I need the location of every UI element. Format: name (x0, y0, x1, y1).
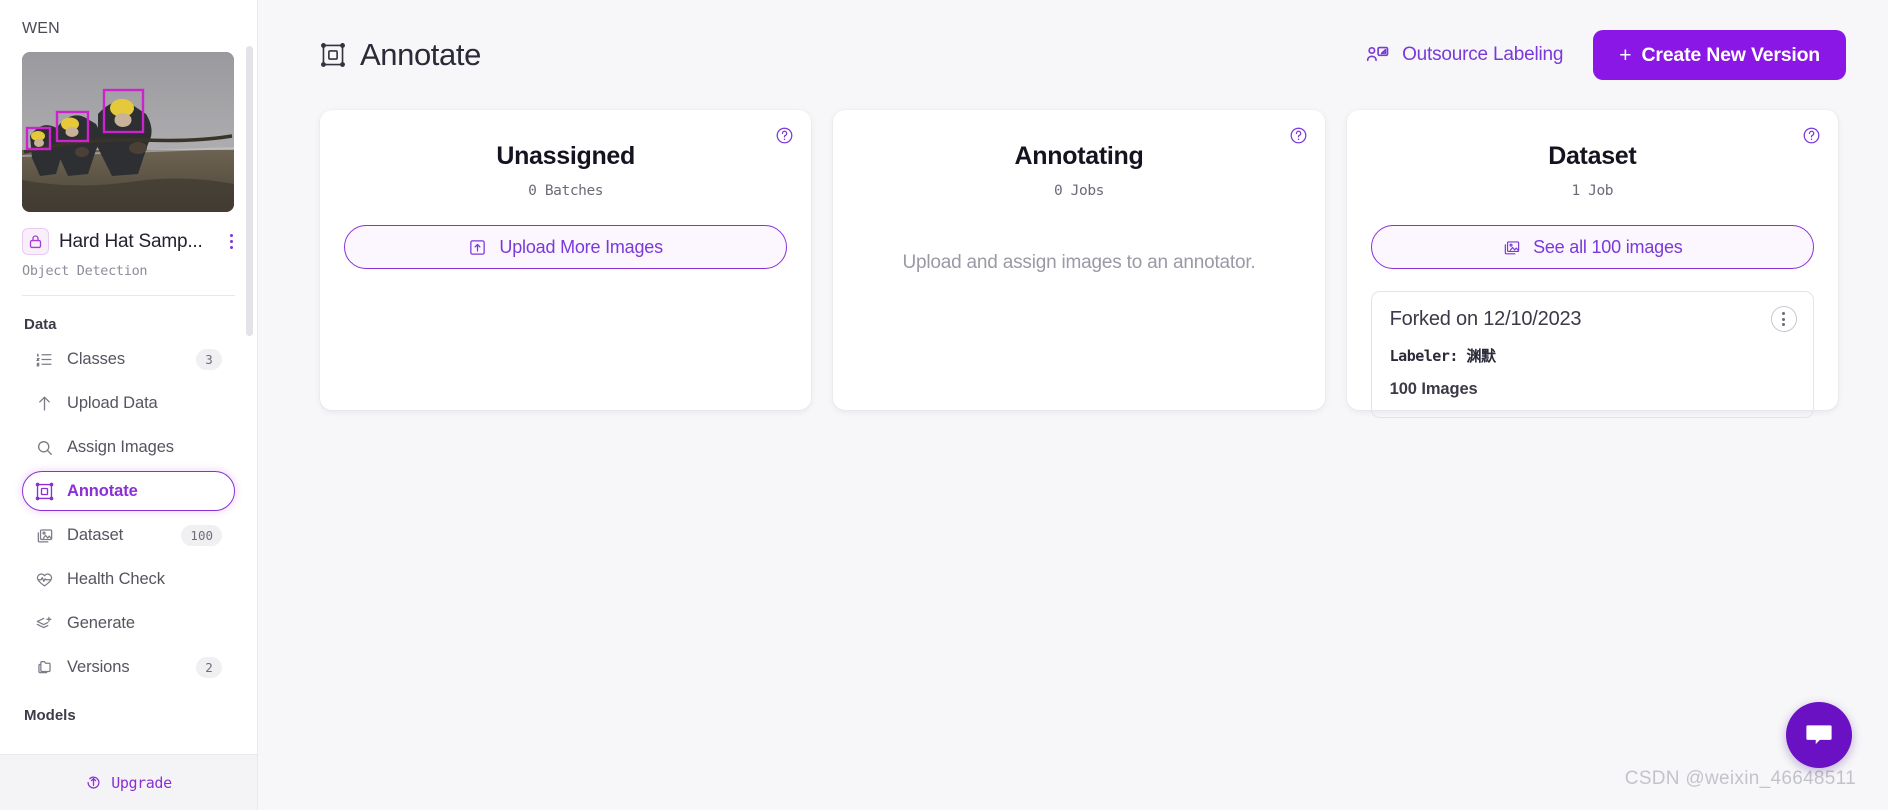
outsource-labeling-label: Outsource Labeling (1402, 44, 1564, 65)
job-forked-date: Forked on 12/10/2023 (1389, 308, 1582, 330)
card-annotating: Annotating 0 Jobs Upload and assign imag… (833, 110, 1325, 410)
sidebar-item-badge: 3 (196, 348, 222, 370)
main-content: Annotate Outsource Labeling + Create New… (258, 0, 1888, 810)
upgrade-arrow-icon (85, 774, 102, 791)
images-icon (1502, 238, 1521, 257)
sidebar: WEN Hard Hat Samp... Object Detection Da… (0, 0, 258, 810)
sidebar-item-dataset[interactable]: Dataset 100 (22, 515, 235, 555)
project-row[interactable]: Hard Hat Samp... (22, 228, 235, 255)
lock-icon (22, 228, 49, 255)
card-title: Dataset (1548, 142, 1637, 170)
project-title: Hard Hat Samp... (59, 230, 203, 252)
app-root: WEN Hard Hat Samp... Object Detection Da… (0, 0, 1888, 810)
workspace-name: WEN (22, 20, 60, 37)
upgrade-button[interactable]: Upgrade (0, 754, 257, 810)
cards-row: Unassigned 0 Batches Upload More Images (258, 110, 1888, 418)
sidebar-item-label: Generate (67, 613, 135, 632)
outsource-labeling-icon (1365, 43, 1390, 68)
kebab-menu-icon[interactable] (228, 232, 235, 251)
card-subtitle: 0 Jobs (1054, 183, 1104, 199)
sidebar-item-label: Versions (67, 657, 130, 676)
page-title: Annotate (360, 37, 481, 72)
card-dataset: Dataset 1 Job See all 100 images Forked … (1346, 110, 1838, 418)
card-subtitle: 1 Job (1571, 183, 1614, 199)
outsource-labeling-button[interactable]: Outsource Labeling (1355, 35, 1573, 76)
list-icon (35, 350, 54, 369)
page-header: Annotate Outsource Labeling + Create New… (258, 0, 1888, 110)
create-new-version-button[interactable]: + Create New Version (1593, 30, 1846, 80)
upgrade-label: Upgrade (111, 773, 172, 792)
project-thumbnail-image (22, 52, 234, 212)
sidebar-item-upload-data[interactable]: Upload Data (22, 383, 235, 423)
sidebar-item-generate[interactable]: Generate (22, 603, 235, 643)
job-labeler-label: Labeler: (1389, 347, 1459, 365)
job-card[interactable]: Forked on 12/10/2023 Labeler: 渊默 100 Ima… (1370, 291, 1814, 418)
card-title: Unassigned (496, 142, 636, 170)
upload-more-images-button[interactable]: Upload More Images (344, 225, 788, 269)
sidebar-divider (22, 295, 235, 296)
nav-section-models-title: Models (24, 707, 76, 724)
search-icon (35, 438, 54, 457)
images-icon (35, 526, 54, 545)
sidebar-item-badge: 2 (196, 656, 222, 678)
job-labeler-name: 渊默 (1466, 347, 1496, 365)
help-circle-icon[interactable] (1802, 126, 1821, 145)
empty-state-message: Upload and assign images to an annotator… (902, 252, 1256, 273)
sidebar-item-label: Dataset (67, 525, 124, 544)
sidebar-item-assign-images[interactable]: Assign Images (22, 427, 235, 467)
help-circle-icon[interactable] (775, 126, 794, 145)
project-thumbnail[interactable] (22, 52, 234, 212)
chat-bubble-icon (1802, 718, 1836, 752)
job-image-count: 100 Images (1389, 380, 1478, 398)
sidebar-item-label: Classes (67, 349, 125, 368)
upload-box-icon (468, 238, 487, 257)
sidebar-scroll-area: WEN Hard Hat Samp... Object Detection Da… (0, 0, 257, 754)
upload-arrow-icon (35, 394, 54, 413)
help-circle-icon[interactable] (1289, 126, 1308, 145)
upload-more-images-label: Upload More Images (499, 236, 663, 257)
sidebar-scrollbar[interactable] (246, 46, 253, 336)
nav-section-data-title: Data (24, 316, 57, 333)
chat-widget-button[interactable] (1786, 702, 1852, 768)
page-title-group: Annotate (320, 37, 1335, 73)
card-subtitle: 0 Batches (528, 183, 604, 199)
sidebar-item-badge: 100 (181, 524, 222, 546)
see-all-images-button[interactable]: See all 100 images (1370, 225, 1814, 269)
watermark: CSDN @weixin_46648511 (1624, 768, 1856, 789)
sidebar-item-classes[interactable]: Classes 3 (22, 339, 235, 379)
kebab-menu-icon[interactable] (1770, 306, 1797, 332)
plus-icon: + (1619, 43, 1632, 67)
project-type: Object Detection (22, 263, 148, 279)
sidebar-item-label: Health Check (67, 569, 165, 588)
sidebar-item-annotate[interactable]: Annotate (22, 471, 235, 511)
sidebar-item-label: Annotate (67, 481, 138, 500)
heart-pulse-icon (35, 570, 54, 589)
annotate-icon (320, 42, 346, 68)
card-unassigned: Unassigned 0 Batches Upload More Images (320, 110, 812, 410)
sidebar-item-health-check[interactable]: Health Check (22, 559, 235, 599)
sidebar-item-label: Upload Data (67, 393, 158, 412)
card-title: Annotating (1014, 142, 1144, 170)
job-labeler: Labeler: 渊默 (1390, 345, 1795, 366)
annotate-icon (35, 482, 54, 501)
sidebar-item-versions[interactable]: Versions 2 (22, 647, 235, 687)
create-new-version-label: Create New Version (1641, 43, 1821, 66)
sidebar-item-label: Assign Images (67, 437, 174, 456)
see-all-images-label: See all 100 images (1533, 236, 1683, 257)
layers-plus-icon (35, 614, 54, 633)
folder-icon (35, 658, 54, 677)
